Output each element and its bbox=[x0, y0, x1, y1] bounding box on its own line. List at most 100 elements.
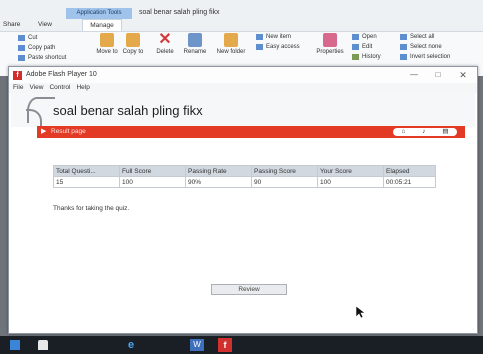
select-none-button[interactable]: Select none bbox=[400, 44, 442, 50]
paste-shortcut-label: Paste shortcut bbox=[28, 55, 67, 61]
tab-manage[interactable]: Manage bbox=[82, 19, 122, 31]
copy-to-button[interactable]: Copy to bbox=[118, 33, 148, 56]
rename-label: Rename bbox=[183, 49, 207, 55]
select-none-icon bbox=[400, 44, 407, 50]
cell-passing-score: 90 bbox=[251, 176, 318, 188]
new-item-button[interactable]: New item bbox=[256, 34, 291, 40]
mouse-cursor-icon bbox=[355, 305, 366, 319]
history-button[interactable]: History bbox=[352, 54, 381, 60]
cell-elapsed: 00:05:21 bbox=[383, 176, 436, 188]
history-label: History bbox=[362, 54, 381, 60]
select-all-button[interactable]: Select all bbox=[400, 34, 434, 40]
new-folder-icon bbox=[224, 33, 238, 47]
cell-total-questions: 15 bbox=[53, 176, 120, 188]
new-folder-label: New folder bbox=[216, 49, 246, 55]
cell-passing-rate: 90% bbox=[185, 176, 252, 188]
open-icon bbox=[352, 34, 359, 40]
explorer-ribbon: Application Tools soal benar salah pling… bbox=[0, 0, 483, 76]
tab-share[interactable]: Share bbox=[3, 20, 20, 30]
menu-control[interactable]: Control bbox=[49, 83, 70, 93]
flash-player-window: f Adobe Flash Player 10 — □ ✕ File View … bbox=[8, 66, 478, 334]
quiz-title: soal benar salah pling fikx bbox=[53, 103, 203, 118]
cut-button[interactable]: Cut bbox=[18, 35, 37, 41]
flash-logo-icon: f bbox=[13, 71, 22, 80]
table-header-row: Total Questi... Full Score Passing Rate … bbox=[53, 165, 436, 177]
copy-folder-icon bbox=[126, 33, 140, 47]
easy-access-icon bbox=[256, 44, 263, 50]
quiz-header: soal benar salah pling fikx bbox=[11, 93, 475, 127]
review-button[interactable]: Review bbox=[211, 284, 287, 295]
move-to-label: Move to bbox=[96, 49, 118, 55]
flash-icon[interactable]: f bbox=[218, 338, 232, 352]
cell-full-score: 100 bbox=[119, 176, 186, 188]
menu-view[interactable]: View bbox=[29, 83, 43, 93]
delete-label: Delete bbox=[156, 49, 174, 55]
new-item-icon bbox=[256, 34, 263, 40]
edge-icon[interactable]: e bbox=[128, 340, 138, 351]
rename-icon bbox=[188, 33, 202, 47]
header-elapsed: Elapsed bbox=[383, 165, 436, 177]
menu-help[interactable]: Help bbox=[76, 83, 89, 93]
paste-shortcut-button[interactable]: Paste shortcut bbox=[18, 55, 66, 61]
history-icon bbox=[352, 54, 359, 60]
print-icon[interactable]: ▤ bbox=[442, 128, 448, 136]
open-label: Open bbox=[362, 34, 377, 40]
select-all-label: Select all bbox=[410, 34, 435, 40]
open-button[interactable]: Open bbox=[352, 34, 377, 40]
properties-button[interactable]: Properties bbox=[312, 33, 348, 56]
copy-to-label: Copy to bbox=[122, 49, 144, 55]
context-tab-group: Application Tools bbox=[66, 8, 132, 19]
invert-selection-label: Invert selection bbox=[410, 54, 451, 60]
properties-label: Properties bbox=[316, 49, 344, 55]
invert-selection-icon bbox=[400, 54, 407, 60]
menu-file[interactable]: File bbox=[13, 83, 23, 93]
home-icon[interactable]: ⌂ bbox=[401, 128, 405, 136]
easy-access-button[interactable]: Easy access bbox=[256, 44, 300, 50]
new-folder-button[interactable]: New folder bbox=[216, 33, 246, 56]
cut-label: Cut bbox=[28, 35, 38, 41]
explorer-window-title: soal benar salah pling fikx bbox=[139, 9, 220, 16]
result-page-label: Result page bbox=[51, 128, 86, 135]
menu-bar: File View Control Help bbox=[9, 83, 477, 93]
new-item-label: New item bbox=[266, 34, 292, 40]
taskbar: e W f bbox=[0, 336, 483, 354]
volume-icon[interactable]: ♪ bbox=[422, 128, 425, 136]
delete-button[interactable]: ✕ Delete bbox=[150, 31, 180, 56]
tab-view[interactable]: View bbox=[38, 20, 52, 30]
page-curl-icon bbox=[26, 97, 55, 127]
properties-icon bbox=[323, 33, 337, 47]
maximize-button[interactable]: □ bbox=[430, 69, 446, 81]
player-controls: ⌂ ♪ ▤ bbox=[393, 128, 457, 136]
copy-path-icon bbox=[18, 45, 25, 51]
header-passing-score: Passing Score bbox=[251, 165, 318, 177]
copy-path-button[interactable]: Copy path bbox=[18, 45, 55, 51]
paste-shortcut-icon bbox=[18, 55, 25, 61]
cut-icon bbox=[18, 35, 25, 41]
window-title: Adobe Flash Player 10 bbox=[26, 71, 97, 78]
select-none-label: Select none bbox=[410, 44, 442, 50]
move-folder-icon bbox=[100, 33, 114, 47]
edit-label: Edit bbox=[362, 44, 373, 50]
word-icon[interactable]: W bbox=[190, 339, 204, 351]
minimize-button[interactable]: — bbox=[406, 69, 422, 81]
easy-access-label: Easy access bbox=[266, 44, 300, 50]
header-passing-rate: Passing Rate bbox=[185, 165, 252, 177]
edit-button[interactable]: Edit bbox=[352, 44, 372, 50]
header-full-score: Full Score bbox=[119, 165, 186, 177]
close-button[interactable]: ✕ bbox=[455, 69, 471, 81]
delete-icon: ✕ bbox=[158, 31, 172, 48]
results-table: Total Questi... Full Score Passing Rate … bbox=[53, 165, 436, 188]
header-total-questions: Total Questi... bbox=[53, 165, 120, 177]
cell-your-score: 100 bbox=[317, 176, 384, 188]
rename-button[interactable]: Rename bbox=[180, 33, 210, 56]
invert-selection-button[interactable]: Invert selection bbox=[400, 54, 450, 60]
copy-path-label: Copy path bbox=[28, 45, 56, 51]
table-row: 15 100 90% 90 100 00:05:21 bbox=[53, 176, 436, 188]
thanks-message: Thanks for taking the quiz. bbox=[53, 205, 130, 212]
select-all-icon bbox=[400, 34, 407, 40]
result-bar: ▶ Result page ⌂ ♪ ▤ bbox=[37, 126, 465, 138]
edit-icon bbox=[352, 44, 359, 50]
header-your-score: Your Score bbox=[317, 165, 384, 177]
start-icon[interactable] bbox=[10, 340, 20, 350]
lock-icon[interactable] bbox=[38, 340, 48, 350]
